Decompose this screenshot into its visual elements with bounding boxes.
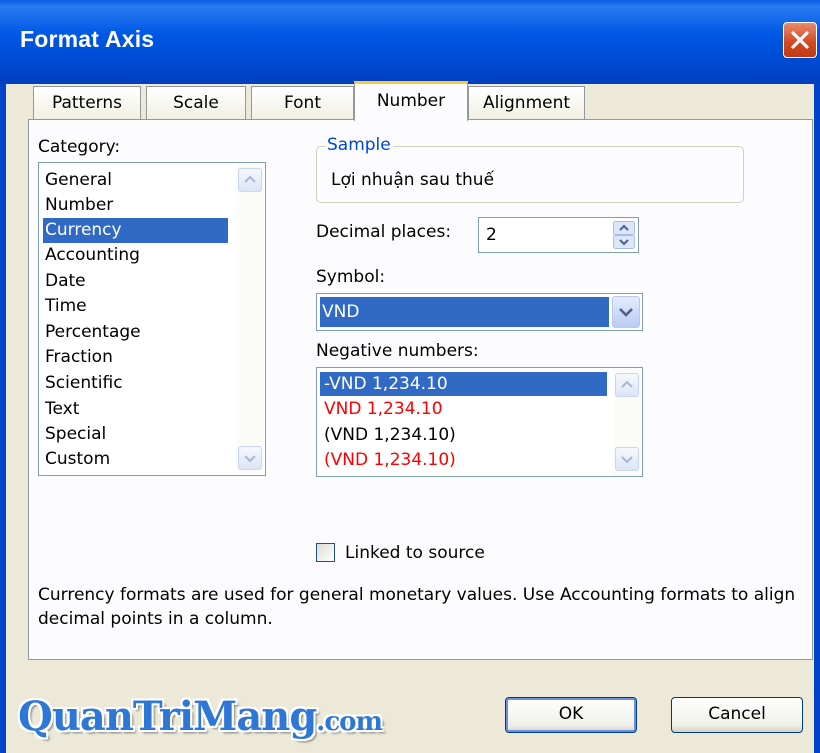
scroll-up-button[interactable] <box>615 373 639 397</box>
window-border-left <box>0 84 6 753</box>
linked-to-source-checkbox[interactable] <box>316 543 335 562</box>
chevron-down-icon <box>619 308 633 317</box>
symbol-value[interactable]: VND <box>320 297 609 327</box>
tab-font[interactable]: Font <box>251 86 354 121</box>
category-item-number[interactable]: Number <box>43 193 113 218</box>
sample-text: Lợi nhuận sau thuế <box>331 170 495 190</box>
category-item-date[interactable]: Date <box>43 269 86 294</box>
tab-number[interactable]: Number <box>354 81 468 121</box>
tab-alignment[interactable]: Alignment <box>468 86 585 121</box>
negative-numbers-scrollbar[interactable] <box>613 369 641 475</box>
cancel-button[interactable]: Cancel <box>671 697 803 733</box>
negative-format-item[interactable]: -VND 1,234.10 <box>320 372 607 396</box>
scroll-down-button[interactable] <box>615 447 639 471</box>
close-icon <box>791 31 809 49</box>
negative-format-item[interactable]: (VND 1,234.10) <box>320 448 456 472</box>
negative-format-item[interactable]: (VND 1,234.10) <box>320 423 456 447</box>
ok-button[interactable]: OK <box>505 697 637 733</box>
title-bar[interactable]: Format Axis <box>0 0 820 84</box>
format-description: Currency formats are used for general mo… <box>38 585 796 629</box>
scroll-down-button[interactable] <box>238 446 262 470</box>
watermark-main: QuanTriMang <box>18 693 317 740</box>
sample-legend: Sample <box>325 135 393 155</box>
negative-numbers-listbox[interactable]: -VND 1,234.10 VND 1,234.10 (VND 1,234.10… <box>316 367 643 477</box>
category-item-percentage[interactable]: Percentage <box>43 320 141 345</box>
category-scrollbar[interactable] <box>236 164 264 474</box>
negative-numbers-label: Negative numbers: <box>316 341 479 361</box>
category-item-scientific[interactable]: Scientific <box>43 371 123 396</box>
chevron-down-icon <box>244 455 256 463</box>
category-item-time[interactable]: Time <box>43 294 87 319</box>
chevron-up-icon <box>244 175 256 183</box>
category-item-custom[interactable]: Custom <box>43 447 110 472</box>
watermark-suffix: .com <box>316 707 383 737</box>
decimal-places-value[interactable]: 2 <box>486 225 497 245</box>
category-label: Category: <box>38 137 121 157</box>
spin-arrows-icon <box>613 221 635 249</box>
decimal-places-label: Decimal places: <box>316 222 452 242</box>
symbol-select[interactable]: VND <box>316 293 643 331</box>
category-item-currency[interactable]: Currency <box>43 218 228 243</box>
scroll-up-button[interactable] <box>238 168 262 192</box>
negative-format-item[interactable]: VND 1,234.10 <box>320 397 443 421</box>
watermark-logo: QuanTriMang.com <box>18 693 383 740</box>
chevron-up-icon <box>621 380 633 388</box>
chevron-down-icon <box>621 456 633 464</box>
tab-scale[interactable]: Scale <box>146 86 246 121</box>
symbol-dropdown-button[interactable] <box>612 296 640 328</box>
category-item-text[interactable]: Text <box>43 397 79 422</box>
category-item-general[interactable]: General <box>43 168 112 193</box>
decimal-places-stepper[interactable]: 2 <box>478 217 639 253</box>
category-item-fraction[interactable]: Fraction <box>43 345 113 370</box>
close-button[interactable] <box>783 22 817 58</box>
window-border-right <box>814 84 820 753</box>
tab-patterns[interactable]: Patterns <box>33 86 141 121</box>
decimal-places-spin-buttons[interactable] <box>613 221 635 249</box>
window-title: Format Axis <box>20 26 155 52</box>
category-item-accounting[interactable]: Accounting <box>43 243 140 268</box>
category-item-special[interactable]: Special <box>43 422 106 447</box>
category-listbox[interactable]: General Number Currency Accounting Date … <box>38 162 266 476</box>
linked-to-source-label[interactable]: Linked to source <box>345 543 485 563</box>
symbol-label: Symbol: <box>316 267 386 287</box>
